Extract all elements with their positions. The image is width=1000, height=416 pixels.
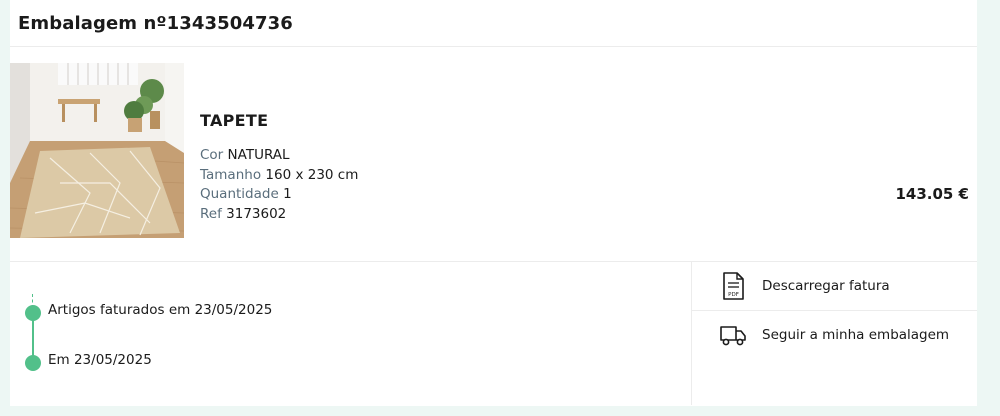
product-price: 143.05 €: [895, 185, 969, 203]
attribute-value: NATURAL: [227, 147, 290, 163]
timeline-dot: [25, 355, 41, 371]
attribute-label: Tamanho: [200, 166, 262, 183]
timeline-event: Artigos faturados em 23/05/2025: [48, 302, 273, 318]
status-timeline: Artigos faturados em 23/05/2025 Em 23/05…: [10, 262, 692, 405]
attribute-label: Cor: [200, 147, 224, 163]
package-actions: PDF Descarregar fatura Seguir a minha em…: [692, 262, 977, 405]
attribute-label: Ref: [200, 205, 222, 222]
attribute-label: Quantidade: [200, 186, 279, 202]
delivery-truck-icon: [718, 320, 748, 350]
product-row: TAPETE Cor NATURAL Tamanho 160 x 230 cm …: [10, 47, 977, 262]
product-attribute-color: Cor NATURAL: [200, 146, 358, 166]
product-attribute-quantity: Quantidade 1: [200, 185, 358, 205]
download-invoice-button[interactable]: PDF Descarregar fatura: [692, 262, 977, 310]
track-package-label: Seguir a minha embalagem: [762, 326, 950, 343]
track-package-button[interactable]: Seguir a minha embalagem: [692, 310, 977, 358]
product-attribute-ref: Ref 3173602: [200, 205, 358, 225]
package-header: Embalagem nº1343504736: [10, 0, 977, 47]
timeline-event: Em 23/05/2025: [48, 352, 152, 368]
attribute-value: 160 x 230 cm: [265, 166, 359, 183]
product-attributes: Cor NATURAL Tamanho 160 x 230 cm Quantid…: [200, 146, 358, 224]
attribute-value: 1: [283, 186, 292, 202]
rug-photo-illustration: [10, 63, 184, 238]
product-image[interactable]: [10, 63, 184, 238]
package-card: Embalagem nº1343504736 TAPETE Cor NATURA…: [10, 0, 977, 406]
timeline-dot: [25, 305, 41, 321]
attribute-value: 3173602: [226, 205, 287, 222]
package-footer: Artigos faturados em 23/05/2025 Em 23/05…: [10, 262, 977, 405]
svg-text:PDF: PDF: [728, 292, 739, 298]
package-title: Embalagem nº1343504736: [18, 12, 293, 34]
download-invoice-label: Descarregar fatura: [762, 278, 890, 294]
pdf-document-icon: PDF: [718, 271, 748, 301]
product-name: TAPETE: [200, 111, 269, 130]
product-attribute-size: Tamanho 160 x 230 cm: [200, 166, 358, 186]
